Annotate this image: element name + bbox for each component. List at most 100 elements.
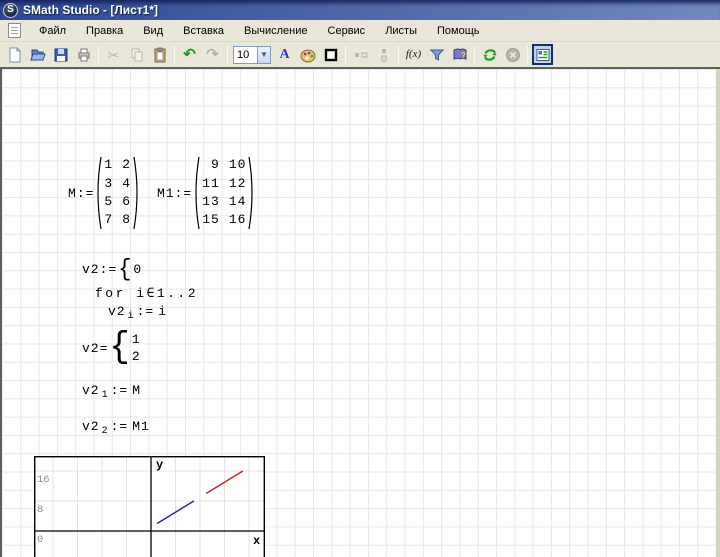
open-folder-icon [30, 47, 46, 63]
toolbar-separator [474, 46, 475, 64]
matrix-cell: 14 [229, 193, 247, 211]
align-vertical-icon [376, 47, 392, 63]
menu-bar: ФайлПравкаВидВставкаВычислениеСервисЛист… [0, 20, 720, 42]
rhs-value: M [132, 383, 141, 398]
redo-icon: ↷ [206, 47, 219, 62]
loop-body-line[interactable]: v2i:=i [108, 304, 167, 319]
align-vertical-button[interactable] [373, 44, 394, 65]
subscript: 2 [102, 426, 108, 437]
paren-left [192, 155, 200, 231]
brace: { [118, 256, 132, 284]
subscript: 1 [102, 390, 108, 401]
menu-item-6[interactable]: Листы [375, 22, 427, 40]
for-loop-line[interactable]: for i∈1..2 [95, 286, 198, 301]
menu-item-7[interactable]: Помощь [427, 22, 490, 40]
side-panel-toggle-button[interactable] [532, 44, 553, 65]
worksheet-canvas[interactable]: M:=12345678 M1:=910111213141516 v2:={0 f… [0, 67, 720, 557]
paren-right [133, 155, 141, 231]
print-icon [76, 47, 92, 63]
matrix-cell: 2 [122, 156, 131, 174]
program-result-line[interactable]: v2={12 [82, 329, 141, 367]
menu-item-5[interactable]: Сервис [318, 22, 376, 40]
matrix-cell: 5 [104, 193, 113, 211]
background-color-button[interactable] [297, 44, 318, 65]
cut-button[interactable]: ✂ [103, 44, 124, 65]
save-button[interactable] [50, 44, 71, 65]
svg-text:x: x [253, 534, 260, 548]
program-init-line[interactable]: v2:={0 [82, 257, 142, 282]
assign-operator: := [77, 186, 95, 201]
assign-element-2[interactable]: v22:=M1 [82, 419, 150, 434]
open-file-button[interactable] [27, 44, 48, 65]
toolbar-separator [345, 46, 346, 64]
init-value: 0 [133, 262, 142, 277]
chevron-down-icon[interactable]: ▼ [257, 47, 270, 63]
paren-left [94, 155, 102, 231]
stop-button[interactable] [502, 44, 523, 65]
window-title: SMath Studio - [Лист1*] [23, 3, 158, 17]
assign-operator: := [111, 419, 129, 434]
menu-item-3[interactable]: Вставка [173, 22, 234, 40]
document-icon[interactable] [8, 23, 21, 38]
matrix-cell: 13 [202, 193, 220, 211]
undo-button[interactable]: ↶ [179, 44, 200, 65]
save-icon [53, 47, 69, 63]
matrix-m-name: M [68, 186, 77, 201]
matrix-definition-m[interactable]: M:=12345678 [68, 155, 141, 231]
assign-element-1[interactable]: v21:=M [82, 383, 141, 398]
matrix-cell: 1 [104, 156, 113, 174]
matrix-cell: 4 [122, 175, 131, 193]
align-horizontal-icon [353, 47, 369, 63]
assign-operator: := [100, 262, 118, 277]
app-logo-icon: S [3, 3, 18, 18]
menu-item-0[interactable]: Файл [29, 22, 76, 40]
brace: { [109, 328, 130, 368]
toolbar-separator [527, 46, 528, 64]
reference-book-button[interactable]: ? [449, 44, 470, 65]
plot-svg: -16-808161680-8-16yx [34, 456, 265, 557]
matrix-cell: 10 [229, 156, 247, 174]
paste-icon [152, 47, 168, 63]
rhs-value: M1 [132, 419, 150, 434]
align-horizontal-button[interactable] [350, 44, 371, 65]
stop-icon [505, 47, 521, 63]
matrix-cell: 15 [202, 211, 220, 229]
new-file-button[interactable] [4, 44, 25, 65]
font-size-combobox[interactable]: 10 ▼ [233, 46, 271, 64]
paste-button[interactable] [149, 44, 170, 65]
assign-operator: := [137, 304, 155, 319]
cut-icon: ✂ [108, 48, 120, 62]
border-button[interactable] [320, 44, 341, 65]
insert-function-button[interactable]: f(x) [403, 44, 424, 65]
result-value: 2 [132, 348, 141, 365]
font-color-button[interactable]: A [274, 44, 295, 65]
svg-text:16: 16 [37, 474, 50, 486]
toolbar-separator [98, 46, 99, 64]
font-size-value: 10 [234, 49, 257, 61]
recalculate-button[interactable] [479, 44, 500, 65]
subscript: i [128, 311, 134, 322]
matrix-definition-m1[interactable]: M1:=910111213141516 [157, 155, 256, 231]
matrix-cell: 3 [104, 175, 113, 193]
result-value: 1 [132, 331, 141, 348]
filter-button[interactable] [426, 44, 447, 65]
var-name: v2 [82, 262, 100, 277]
menu-item-4[interactable]: Вычисление [234, 22, 318, 40]
function-icon: f(x) [406, 49, 421, 60]
print-button[interactable] [73, 44, 94, 65]
palette-icon [300, 47, 316, 63]
matrix-m1-name: M1 [157, 186, 175, 201]
paren-right [248, 155, 256, 231]
menu-item-2[interactable]: Вид [133, 22, 173, 40]
var-name: v2 [82, 383, 100, 398]
copy-button[interactable] [126, 44, 147, 65]
xy-plot-region[interactable]: -16-808161680-8-16yx [34, 456, 265, 557]
matrix-cell: 9 [202, 156, 220, 174]
redo-button[interactable]: ↷ [202, 44, 223, 65]
svg-text:y: y [156, 458, 163, 472]
toolbar-separator [227, 46, 228, 64]
rhs-value: i [158, 304, 167, 319]
menu-item-1[interactable]: Правка [76, 22, 133, 40]
svg-text:8: 8 [37, 504, 43, 516]
matrix-cell: 6 [122, 193, 131, 211]
